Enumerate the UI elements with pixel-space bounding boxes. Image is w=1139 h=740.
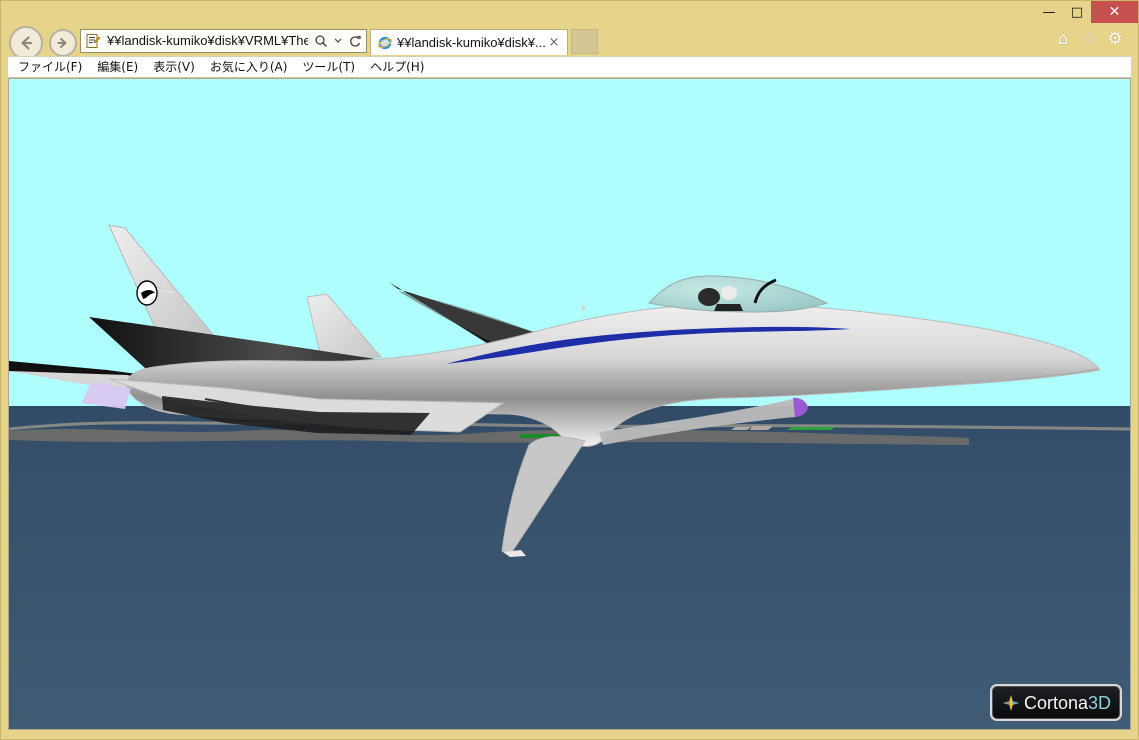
- menu-edit[interactable]: 編集(E): [97, 57, 138, 77]
- settings-icon[interactable]: ⚙: [1106, 30, 1124, 48]
- home-icon[interactable]: ⌂: [1054, 30, 1072, 48]
- favorites-icon[interactable]: ☆: [1080, 30, 1098, 48]
- forward-arrow-icon: [57, 38, 67, 48]
- menu-tools[interactable]: ツール(T): [302, 57, 355, 77]
- menu-file[interactable]: ファイル(F): [18, 57, 82, 77]
- title-bar: — □ ✕: [1, 1, 1138, 27]
- tab-close-button[interactable]: ×: [545, 34, 563, 52]
- browser-window: — □ ✕ ¥¥landisk-kumiko¥disk¥VRML¥The ‹ ¥…: [0, 0, 1139, 740]
- new-tab-button[interactable]: [571, 29, 598, 54]
- back-arrow-icon: [21, 36, 33, 50]
- logo-text-accent: 3D: [1088, 692, 1112, 713]
- tab-title: ¥¥landisk-kumiko¥disk¥...: [397, 34, 545, 50]
- close-button[interactable]: ✕: [1091, 1, 1138, 23]
- internet-explorer-icon: [378, 36, 392, 49]
- cortona3d-logo: Cortona 3D: [990, 684, 1122, 721]
- browser-tab[interactable]: ¥¥landisk-kumiko¥disk¥... ×: [370, 29, 568, 55]
- menu-bar: ファイル(F) 編集(E) 表示(V) お気に入り(A) ツール(T) ヘルプ(…: [8, 56, 1131, 78]
- aircraft-scene[interactable]: [9, 79, 1131, 730]
- logo-text: Cortona: [1024, 692, 1089, 713]
- minimize-button[interactable]: —: [1035, 1, 1063, 23]
- menu-view[interactable]: 表示(V): [153, 57, 195, 77]
- document-icon: [86, 34, 101, 48]
- menu-help[interactable]: ヘルプ(H): [370, 57, 424, 77]
- menu-favorites[interactable]: お気に入り(A): [210, 57, 288, 77]
- navigation-row: ¥¥landisk-kumiko¥disk¥VRML¥The ‹ ¥¥landi…: [1, 26, 1138, 60]
- window-controls: — □ ✕: [1035, 1, 1138, 23]
- back-button[interactable]: [9, 26, 43, 60]
- refresh-icon[interactable]: [348, 34, 362, 48]
- forward-button[interactable]: [49, 29, 77, 57]
- pilot-helmet: [698, 288, 720, 306]
- maximize-button[interactable]: □: [1063, 1, 1091, 23]
- address-tools: [314, 34, 362, 48]
- cortona-star-icon: [1003, 694, 1019, 711]
- address-bar[interactable]: ¥¥landisk-kumiko¥disk¥VRML¥The ‹: [80, 29, 367, 53]
- address-text: ¥¥landisk-kumiko¥disk¥VRML¥The ‹: [107, 33, 308, 48]
- chevron-down-icon[interactable]: [331, 34, 345, 48]
- vrml-viewport[interactable]: Cortona 3D: [8, 78, 1131, 730]
- search-icon[interactable]: [314, 34, 328, 48]
- browser-toolbar: ⌂ ☆ ⚙: [1054, 30, 1124, 48]
